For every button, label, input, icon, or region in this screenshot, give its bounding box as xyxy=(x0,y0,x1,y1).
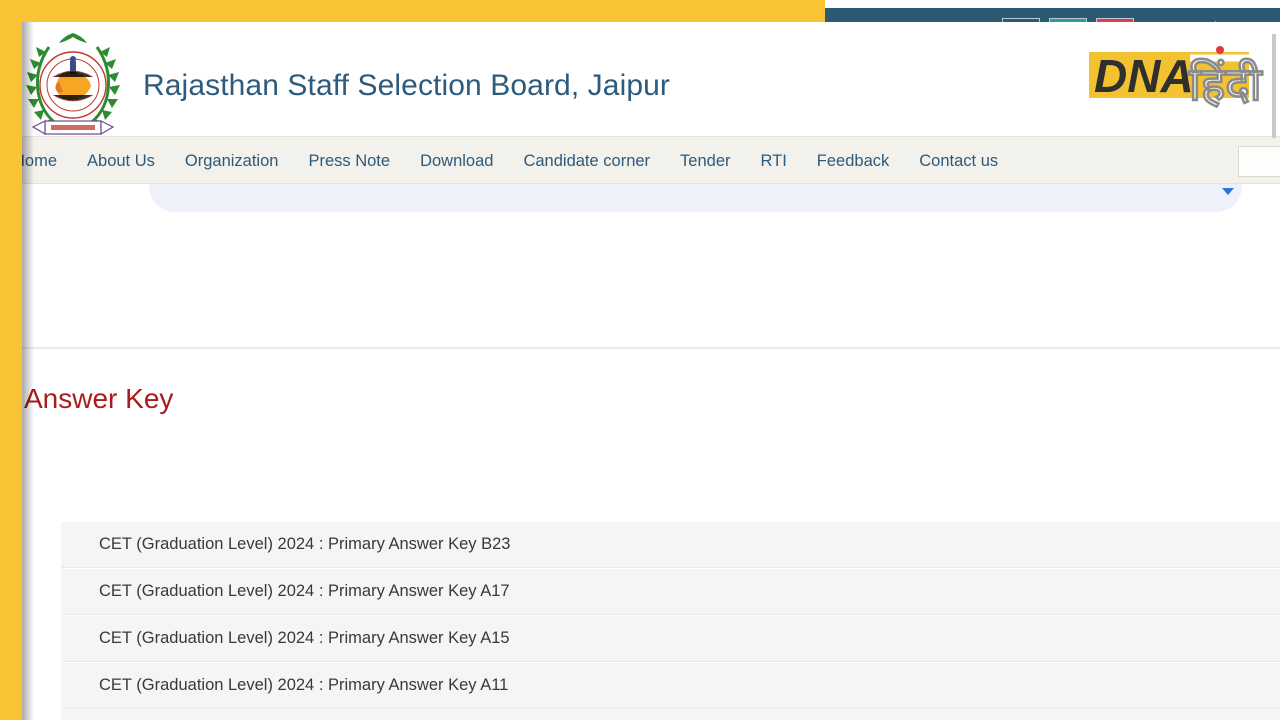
main-navigation: Home About Us Organization Press Note Do… xyxy=(22,136,1280,184)
list-item-label: CET (Graduation Level) 2024 : Primary An… xyxy=(99,535,511,553)
list-item[interactable]: CET (Graduation Level) 2024 : Primary An… xyxy=(61,709,1280,720)
notification-strip xyxy=(22,184,1280,246)
list-item[interactable]: CET (Graduation Level) 2024 : Primary An… xyxy=(61,615,1280,662)
page-frame-left xyxy=(0,0,22,720)
list-item[interactable]: CET (Graduation Level) 2024 : Primary An… xyxy=(61,568,1280,615)
nav-item-candidate-corner[interactable]: Candidate corner xyxy=(508,137,665,185)
nav-item-home[interactable]: Home xyxy=(22,137,72,185)
nav-item-tender[interactable]: Tender xyxy=(665,137,745,185)
screenshot-root: Screen reader Access xyxy=(0,0,1280,720)
search-input[interactable] xyxy=(1238,146,1280,177)
chevron-down-icon[interactable] xyxy=(1222,188,1234,195)
nav-item-about-us[interactable]: About Us xyxy=(72,137,170,185)
nav-item-feedback[interactable]: Feedback xyxy=(802,137,904,185)
masthead: Rajasthan Staff Selection Board, Jaipur xyxy=(22,22,1280,136)
rajasthan-emblem-icon xyxy=(22,25,127,137)
answer-key-list: CET (Graduation Level) 2024 : Primary An… xyxy=(61,521,1280,720)
nav-item-organization[interactable]: Organization xyxy=(170,137,294,185)
section-divider xyxy=(22,347,1280,349)
section-heading-answer-key: Answer Key xyxy=(24,383,174,414)
nav-item-download[interactable]: Download xyxy=(405,137,508,185)
notification-card[interactable] xyxy=(149,184,1242,212)
list-item[interactable]: CET (Graduation Level) 2024 : Primary An… xyxy=(61,662,1280,709)
list-item-label: CET (Graduation Level) 2024 : Primary An… xyxy=(99,582,510,600)
nav-item-list: Home About Us Organization Press Note Do… xyxy=(22,137,1013,185)
list-item-label: CET (Graduation Level) 2024 : Primary An… xyxy=(99,676,509,694)
nav-item-contact-us[interactable]: Contact us xyxy=(904,137,1013,185)
page-title: Rajasthan Staff Selection Board, Jaipur xyxy=(143,69,670,102)
list-item-label: CET (Graduation Level) 2024 : Primary An… xyxy=(99,629,510,647)
page-frame-top xyxy=(0,0,825,22)
nav-item-press-note[interactable]: Press Note xyxy=(293,137,405,185)
nav-item-rti[interactable]: RTI xyxy=(746,137,802,185)
list-item[interactable]: CET (Graduation Level) 2024 : Primary An… xyxy=(61,521,1280,568)
website-page: Screen reader Access xyxy=(22,0,1280,720)
